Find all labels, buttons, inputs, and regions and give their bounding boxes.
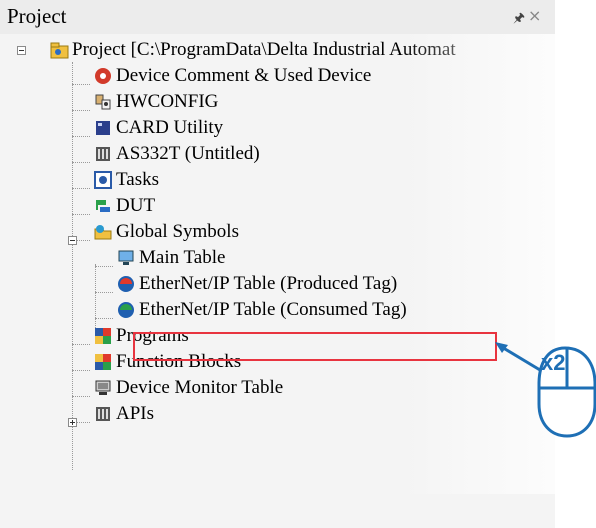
- close-icon[interactable]: ×: [528, 6, 541, 25]
- global-symbols-icon: [94, 223, 112, 241]
- global-symbols-collapse-toggle[interactable]: [68, 236, 77, 245]
- plc-module-icon: [94, 145, 112, 163]
- main-table-icon: [117, 249, 135, 267]
- selection-highlight-box: [133, 332, 497, 361]
- tree-item-label: EtherNet/IP Table (Produced Tag): [139, 273, 398, 294]
- tree-item-device-monitor[interactable]: Device Monitor Table: [94, 375, 283, 401]
- tree-item-device-comment[interactable]: Device Comment & Used Device: [94, 63, 371, 89]
- dut-icon: [94, 197, 112, 215]
- ethernet-ip-icon: [117, 301, 135, 319]
- tree-item-label: EtherNet/IP Table (Consumed Tag): [139, 299, 407, 320]
- tree-item-eip-consumed[interactable]: EtherNet/IP Table (Consumed Tag): [117, 297, 407, 323]
- device-comment-icon: [94, 67, 112, 85]
- tree-item-as332t[interactable]: AS332T (Untitled): [94, 141, 260, 167]
- tasks-icon: [94, 171, 112, 189]
- project-folder-icon: [50, 41, 69, 59]
- apis-expand-toggle[interactable]: [68, 418, 77, 427]
- root-collapse-toggle[interactable]: [17, 46, 26, 55]
- panel-title: Project: [7, 4, 67, 28]
- tree-item-card-utility[interactable]: CARD Utility: [94, 115, 223, 141]
- apis-icon: [94, 405, 112, 423]
- tree-item-label: CARD Utility: [116, 117, 224, 138]
- hwconfig-icon: [94, 93, 112, 111]
- tree-item-label: HWCONFIG: [116, 91, 219, 112]
- programs-icon: [94, 327, 112, 345]
- tree-item-label: DUT: [116, 195, 156, 216]
- tree-item-label: Device Comment & Used Device: [116, 65, 372, 86]
- tree-item-apis[interactable]: APIs: [94, 401, 154, 427]
- tree-item-tasks[interactable]: Tasks: [94, 167, 159, 193]
- ethernet-ip-icon: [117, 275, 135, 293]
- tree-item-main-table[interactable]: Main Table: [117, 245, 225, 271]
- card-utility-icon: [94, 119, 112, 137]
- tree-item-project[interactable]: Project [C:\ProgramData\Delta Industrial…: [50, 37, 456, 63]
- tree-item-label: Project [C:\ProgramData\Delta Industrial…: [72, 39, 456, 60]
- tree-item-hwconfig[interactable]: HWCONFIG: [94, 89, 218, 115]
- panel-titlebar: Project 🖈 ×: [0, 0, 555, 34]
- tree-item-dut[interactable]: DUT: [94, 193, 155, 219]
- project-panel: Project 🖈 × Project [C:\ProgramData\Delt…: [0, 0, 555, 528]
- panel-fade: [400, 34, 555, 494]
- tree-item-label: Device Monitor Table: [116, 377, 284, 398]
- double-click-badge: x2: [541, 350, 566, 375]
- tree-item-eip-produced[interactable]: EtherNet/IP Table (Produced Tag): [117, 271, 397, 297]
- tree-item-label: AS332T (Untitled): [116, 143, 260, 164]
- function-blocks-icon: [94, 353, 112, 371]
- tree-item-global-symbols[interactable]: Global Symbols: [94, 219, 239, 245]
- tree-item-label: Global Symbols: [116, 221, 239, 242]
- device-monitor-icon: [94, 379, 112, 397]
- tree-item-label: Tasks: [116, 169, 160, 190]
- tree-item-label: APIs: [116, 403, 155, 424]
- pin-icon[interactable]: 🖈: [513, 9, 525, 31]
- tree-item-label: Main Table: [139, 247, 226, 268]
